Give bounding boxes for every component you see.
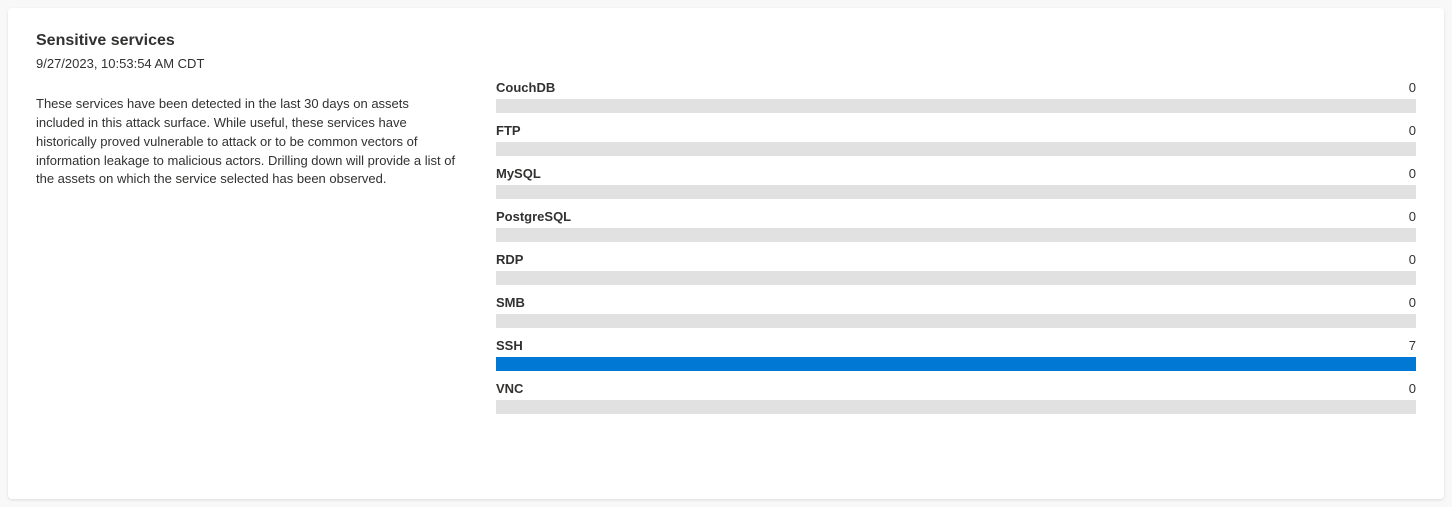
service-count: 7 <box>1409 338 1416 353</box>
service-name: MySQL <box>496 166 541 181</box>
service-name: RDP <box>496 252 523 267</box>
card-title: Sensitive services <box>36 32 456 50</box>
card-timestamp: 9/27/2023, 10:53:54 AM CDT <box>36 56 456 71</box>
sensitive-services-card: Sensitive services 9/27/2023, 10:53:54 A… <box>8 8 1444 499</box>
service-count: 0 <box>1409 123 1416 138</box>
service-count: 0 <box>1409 209 1416 224</box>
service-bar[interactable] <box>496 357 1416 371</box>
services-chart: CouchDB 0 FTP 0 MySQL 0 PostgreSQL 0 RDP 0 SMB 0 SSH… <box>496 32 1416 469</box>
service-count: 0 <box>1409 295 1416 310</box>
service-row: CouchDB 0 <box>496 80 1416 113</box>
service-name: VNC <box>496 381 523 396</box>
service-row: VNC 0 <box>496 381 1416 414</box>
service-count: 0 <box>1409 252 1416 267</box>
service-bar-fill <box>496 357 1416 371</box>
service-bar[interactable] <box>496 271 1416 285</box>
service-bar[interactable] <box>496 99 1416 113</box>
service-name: CouchDB <box>496 80 555 95</box>
service-name: SSH <box>496 338 523 353</box>
service-bar[interactable] <box>496 400 1416 414</box>
service-row: SSH 7 <box>496 338 1416 371</box>
service-bar[interactable] <box>496 314 1416 328</box>
service-row: SMB 0 <box>496 295 1416 328</box>
service-row: RDP 0 <box>496 252 1416 285</box>
service-row: FTP 0 <box>496 123 1416 156</box>
service-name: FTP <box>496 123 521 138</box>
service-name: PostgreSQL <box>496 209 571 224</box>
service-count: 0 <box>1409 80 1416 95</box>
service-row: MySQL 0 <box>496 166 1416 199</box>
info-column: Sensitive services 9/27/2023, 10:53:54 A… <box>36 32 456 469</box>
service-count: 0 <box>1409 381 1416 396</box>
service-name: SMB <box>496 295 525 310</box>
service-bar[interactable] <box>496 185 1416 199</box>
service-bar[interactable] <box>496 228 1416 242</box>
card-description: These services have been detected in the… <box>36 95 456 189</box>
service-row: PostgreSQL 0 <box>496 209 1416 242</box>
service-count: 0 <box>1409 166 1416 181</box>
service-bar[interactable] <box>496 142 1416 156</box>
